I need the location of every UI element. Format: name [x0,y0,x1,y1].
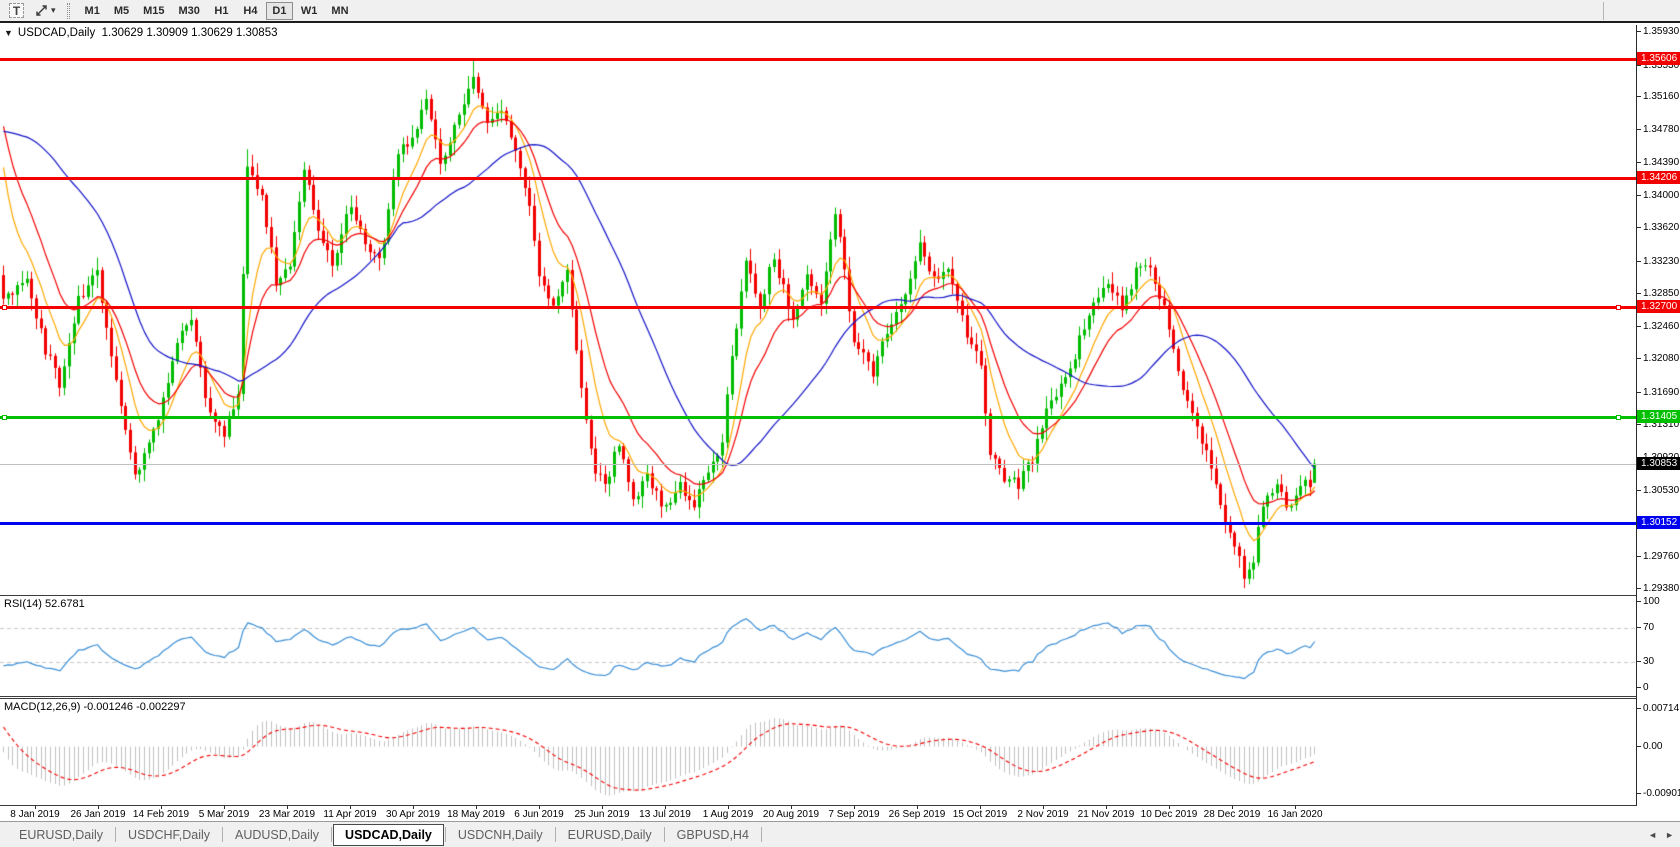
date-label: 10 Dec 2019 [1141,809,1198,820]
tab-divider [331,827,332,842]
caret-down-icon: ▾ [51,5,56,16]
date-label: 26 Jan 2019 [70,809,125,820]
timeframe-button-h4[interactable]: H4 [237,2,264,20]
price-level-badge: 1.35606 [1637,52,1680,65]
line-handle[interactable] [2,305,7,310]
price-level-badge: 1.31405 [1637,410,1680,423]
chart-tabs: EURUSD,DailyUSDCHF,DailyAUDUSD,DailyUSDC… [8,822,763,847]
current-price-badge: 1.30853 [1637,457,1680,470]
tab-divider [664,827,665,842]
chart-window: ▼ USDCAD,Daily 1.30629 1.30909 1.30629 1.… [0,25,1680,821]
chart-column: ▼ USDCAD,Daily 1.30629 1.30909 1.30629 1.… [0,25,1636,821]
line-handle[interactable] [1616,305,1621,310]
timeframe-button-h1[interactable]: H1 [208,2,235,20]
chart-tab-eurusd-daily[interactable]: EURUSD,Daily [8,824,114,846]
tab-divider [761,827,762,842]
text-tool-icon: T [9,3,24,18]
date-label: 28 Dec 2019 [1204,809,1261,820]
date-label: 13 Jul 2019 [639,809,691,820]
horizontal-level-line[interactable] [0,177,1636,180]
date-label: 15 Oct 2019 [953,809,1007,820]
tab-divider [222,827,223,842]
chart-tab-gbpusd-h4[interactable]: GBPUSD,H4 [666,824,760,846]
rsi-panel[interactable]: RSI(14) 52.6781 [0,596,1636,696]
timeframe-button-w1[interactable]: W1 [295,2,324,20]
date-axis[interactable]: 8 Jan 2019 26 Jan 2019 14 Feb 2019 5 Mar 20… [0,806,1636,821]
horizontal-level-line[interactable] [0,58,1636,61]
chart-tab-usdcad-daily[interactable]: USDCAD,Daily [333,824,444,846]
toolbar: T ▾ M1M5M15M30H1H4D1W1MN [0,0,1680,23]
tabs-scroll-right-icon[interactable]: ► [1665,830,1674,840]
chart-tab-audusd-daily[interactable]: AUDUSD,Daily [224,824,330,846]
tab-divider [445,827,446,842]
trading-terminal: T ▾ M1M5M15M30H1H4D1W1MN ▼ USDCAD,Daily 1… [0,0,1680,847]
timeframe-toolbar: M1M5M15M30H1H4D1W1MN [78,0,356,22]
toolbar-grip[interactable] [67,3,70,19]
macd-label: MACD(12,26,9) -0.001246 -0.002297 [4,701,186,713]
text-tool-button[interactable]: T [6,2,27,20]
macd-panel[interactable]: MACD(12,26,9) -0.001246 -0.002297 [0,699,1636,805]
date-label: 7 Sep 2019 [828,809,879,820]
price-level-badge: 1.34206 [1637,171,1680,184]
line-handle[interactable] [2,415,7,420]
timeframe-button-m15[interactable]: M15 [137,2,170,20]
tab-divider [555,827,556,842]
date-label: 25 Jun 2019 [574,809,629,820]
timeframe-button-m5[interactable]: M5 [108,2,135,20]
chart-tab-usdcnh-daily[interactable]: USDCNH,Daily [447,824,554,846]
date-label: 6 Jun 2019 [514,809,564,820]
date-label: 1 Aug 2019 [703,809,754,820]
date-label: 30 Apr 2019 [386,809,440,820]
chart-tab-bar: EURUSD,DailyUSDCHF,DailyAUDUSD,DailyUSDC… [0,821,1680,847]
price-level-badge: 1.32700 [1637,300,1680,313]
horizontal-level-line[interactable] [0,522,1636,525]
horizontal-level-line[interactable] [0,306,1636,309]
collapse-triangle-icon[interactable]: ▼ [4,28,13,38]
main-chart-panel[interactable]: ▼ USDCAD,Daily 1.30629 1.30909 1.30629 1.… [0,25,1636,595]
date-label: 8 Jan 2019 [10,809,60,820]
macd-canvas [0,699,1636,805]
chart-title-text: USDCAD,Daily 1.30629 1.30909 1.30629 1.3… [18,27,278,39]
tabs-scroll-left-icon[interactable]: ◄ [1648,830,1657,840]
date-label: 5 Mar 2019 [199,809,250,820]
diagonal-arrows-icon [34,3,49,18]
date-label: 11 Apr 2019 [323,809,376,820]
rsi-canvas [0,596,1636,696]
current-price-line [0,464,1636,465]
date-label: 18 May 2019 [447,809,505,820]
date-label: 20 Aug 2019 [763,809,819,820]
date-label: 2 Nov 2019 [1017,809,1068,820]
tab-scroll-controls: ◄ ► [1648,822,1674,847]
date-label: 14 Feb 2019 [133,809,189,820]
toolbar-separator [1603,2,1604,20]
horizontal-level-line[interactable] [0,416,1636,419]
price-axis[interactable]: 1.359301.355301.351601.347801.343901.340… [1636,25,1680,806]
timeframe-button-d1[interactable]: D1 [266,2,293,20]
date-label: 26 Sep 2019 [889,809,946,820]
arrows-tool-button[interactable]: ▾ [31,2,59,20]
chart-tab-eurusd-daily[interactable]: EURUSD,Daily [557,824,663,846]
chart-tab-usdchf-daily[interactable]: USDCHF,Daily [117,824,221,846]
timeframe-button-m1[interactable]: M1 [79,2,106,20]
rsi-label: RSI(14) 52.6781 [4,598,85,610]
chart-title: ▼ USDCAD,Daily 1.30629 1.30909 1.30629 1.… [4,27,278,39]
tab-divider [115,827,116,842]
date-label: 16 Jan 2020 [1267,809,1322,820]
candlestick-canvas[interactable] [0,25,1636,595]
timeframe-button-m30[interactable]: M30 [173,2,206,20]
timeframe-button-mn[interactable]: MN [325,2,354,20]
price-level-badge: 1.30152 [1637,516,1680,529]
line-handle[interactable] [1616,415,1621,420]
date-label: 23 Mar 2019 [259,809,315,820]
date-label: 21 Nov 2019 [1078,809,1135,820]
